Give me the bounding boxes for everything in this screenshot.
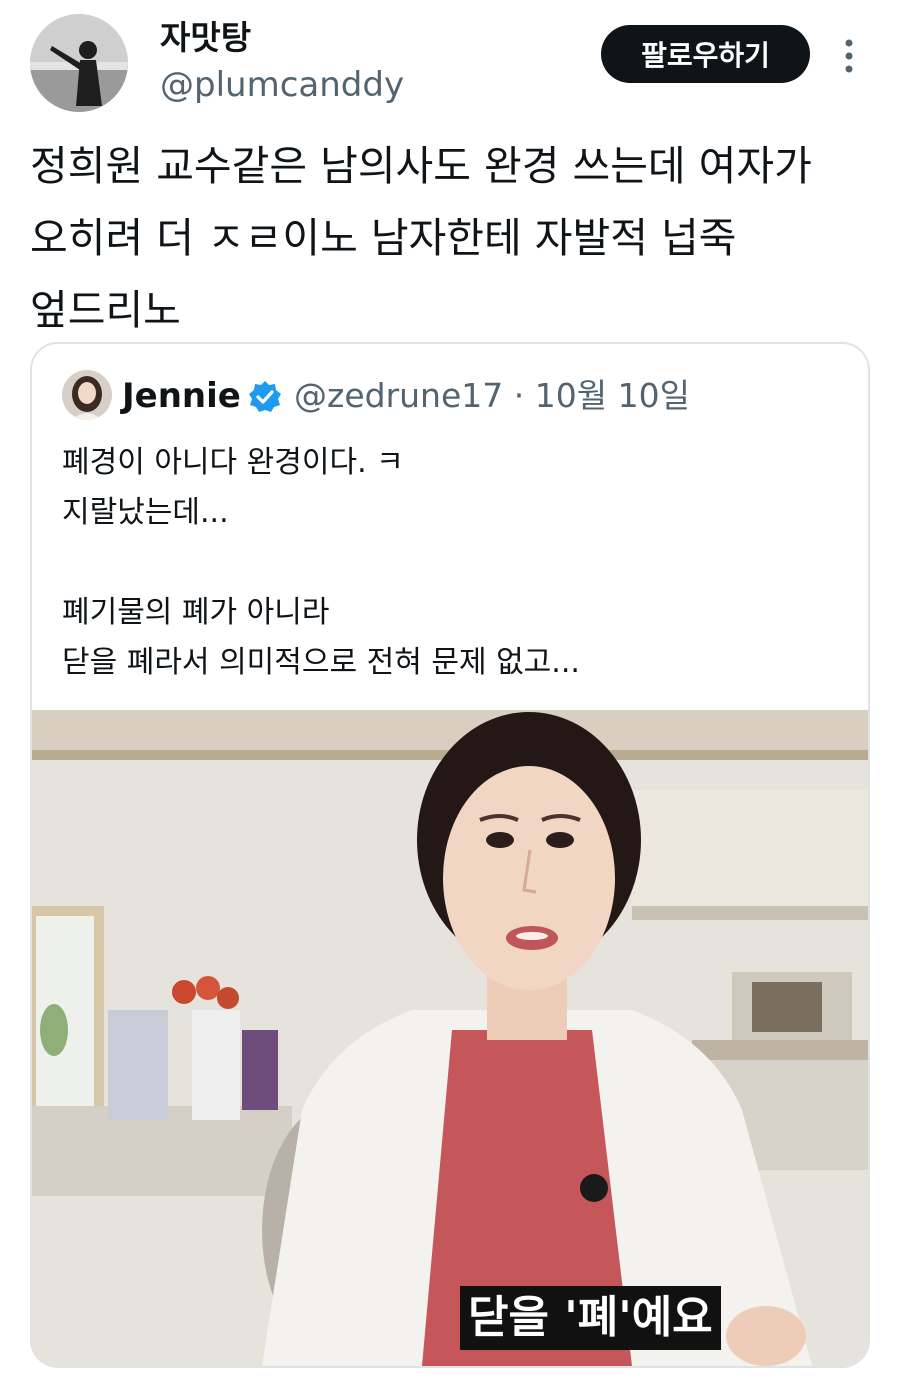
quote-handle-date: @zedrune17 · 10월 10일 [294, 376, 690, 415]
quote-video-thumbnail[interactable]: 닫을 '폐'예요 [32, 710, 868, 1366]
follow-button[interactable]: 팔로우하기 [601, 25, 810, 83]
more-vertical-icon[interactable] [836, 36, 862, 76]
quoted-tweet-card[interactable]: Jennie @zedrune17 · 10월 10일 폐경이 아니다 완경이다… [30, 342, 870, 1368]
quote-author-name[interactable]: Jennie [122, 374, 241, 418]
tweet-text: 정희원 교수같은 남의사도 완경 쓰는데 여자가 오히려 더 ㅈㄹ이노 남자한테… [30, 142, 812, 334]
author-avatar[interactable] [30, 14, 128, 112]
quote-author-avatar[interactable] [62, 370, 112, 420]
author-handle[interactable]: @plumcanddy [160, 64, 404, 106]
verified-badge-icon [248, 380, 282, 414]
video-subtitle: 닫을 '폐'예요 [460, 1286, 721, 1350]
quote-text: 폐경이 아니다 완경이다. ㅋ 지랄났는데... 폐기물의 폐가 아니라 닫을 … [62, 445, 580, 680]
tweet: 자맛탕 @plumcanddy 팔로우하기 정희원 교수같은 남의사도 완경 쓰… [0, 0, 900, 1384]
author-name[interactable]: 자맛탕 [160, 18, 251, 58]
